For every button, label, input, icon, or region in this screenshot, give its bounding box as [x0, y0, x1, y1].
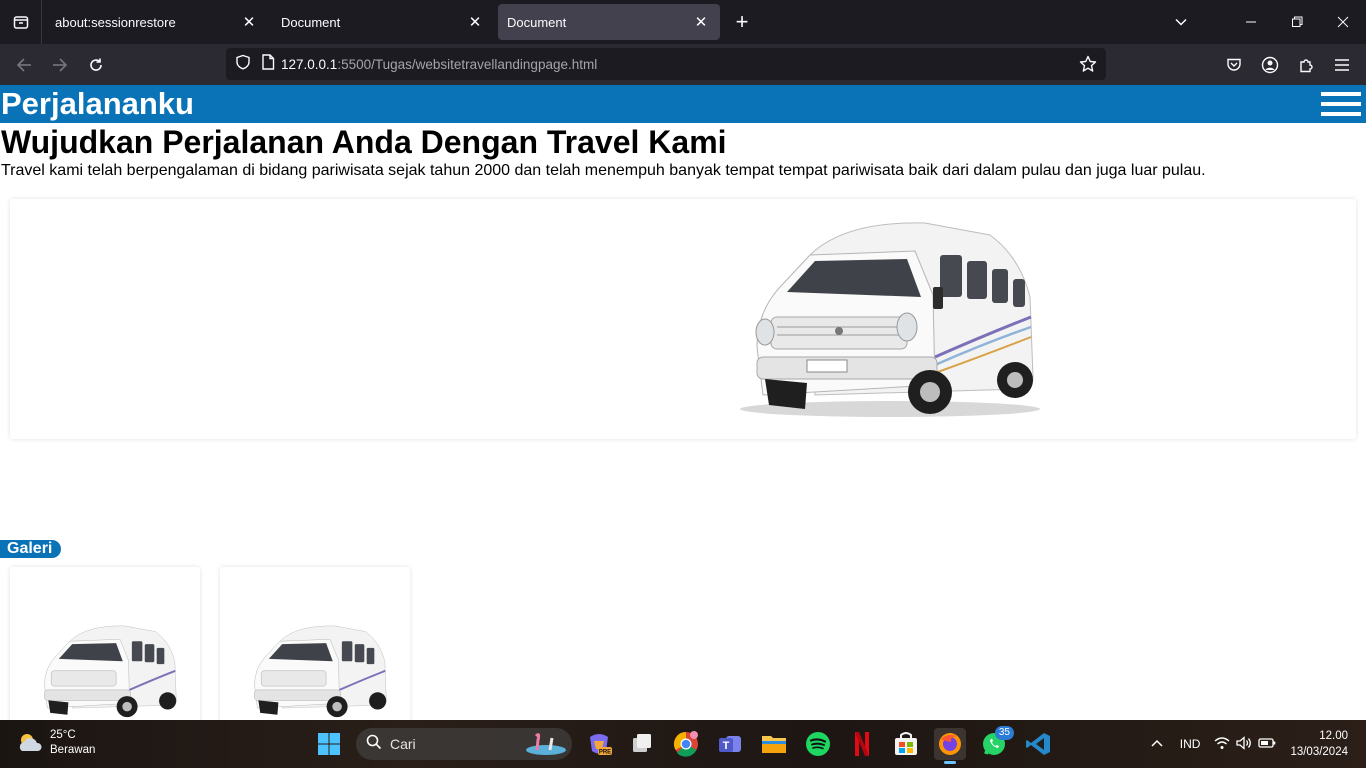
- url-text[interactable]: 127.0.0.1:5500/Tugas/websitetravellandin…: [281, 57, 597, 72]
- restore-button[interactable]: [1274, 0, 1320, 44]
- hero-image-card: [10, 199, 1356, 439]
- hero-title: Wujudkan Perjalanan Anda Dengan Travel K…: [1, 124, 727, 160]
- new-tab-button[interactable]: +: [724, 4, 760, 40]
- site-header: Perjalananku: [0, 85, 1366, 123]
- svg-text:T: T: [723, 740, 730, 752]
- tab-sessionrestore[interactable]: about:sessionrestore ✕: [46, 4, 268, 40]
- van-image: [740, 222, 1040, 417]
- extensions-icon[interactable]: [1288, 49, 1324, 81]
- chrome-icon[interactable]: [670, 728, 702, 760]
- web-page: Perjalananku Wujudkan Perjalanan Anda De…: [0, 85, 1366, 720]
- battery-icon[interactable]: [1258, 737, 1276, 752]
- url-bar[interactable]: 127.0.0.1:5500/Tugas/websitetravellandin…: [226, 48, 1106, 80]
- search-placeholder: Cari: [390, 736, 416, 752]
- hamburger-menu-icon[interactable]: [1321, 92, 1361, 116]
- gallery-item[interactable]: [220, 567, 410, 720]
- spotify-icon[interactable]: [802, 728, 834, 760]
- forward-arrow-icon[interactable]: [42, 49, 78, 81]
- hero-description: Travel kami telah berpengalaman di bidan…: [1, 162, 1206, 179]
- tab-list-icon[interactable]: [0, 0, 42, 44]
- tab-label: Document: [281, 14, 341, 30]
- page-icon[interactable]: [261, 53, 275, 75]
- close-icon[interactable]: ✕: [692, 13, 710, 31]
- pocket-icon[interactable]: [1216, 49, 1252, 81]
- speaker-icon[interactable]: [1236, 735, 1252, 753]
- flamingo-highlight-icon: [524, 730, 568, 763]
- system-tray: IND 12.00 13/03/2024: [1150, 720, 1366, 768]
- tab-document-2[interactable]: Document ✕: [498, 4, 720, 40]
- clock-date: 13/03/2024: [1290, 746, 1348, 758]
- vscode-icon[interactable]: [1022, 728, 1054, 760]
- microsoft-store-icon[interactable]: [890, 728, 922, 760]
- task-view-icon[interactable]: [626, 728, 658, 760]
- copilot-icon[interactable]: PRE: [583, 728, 615, 760]
- back-arrow-icon[interactable]: [6, 49, 42, 81]
- notification-badge: 35: [994, 726, 1014, 740]
- tab-label: Document: [507, 14, 567, 30]
- tab-label: about:sessionrestore: [55, 14, 176, 30]
- minimize-button[interactable]: [1228, 0, 1274, 44]
- clock[interactable]: 12.00 13/03/2024: [1290, 728, 1348, 760]
- search-icon: [366, 734, 382, 755]
- teams-icon[interactable]: T: [714, 728, 746, 760]
- chevron-down-icon[interactable]: [1158, 0, 1204, 44]
- clock-time: 12.00: [1319, 730, 1348, 742]
- weather-desc: Berawan: [50, 744, 96, 756]
- close-window-button[interactable]: [1320, 0, 1366, 44]
- account-icon[interactable]: [1252, 49, 1288, 81]
- reload-icon[interactable]: [78, 49, 114, 81]
- firefox-icon[interactable]: [934, 728, 966, 764]
- site-brand[interactable]: Perjalananku: [1, 85, 194, 123]
- shield-icon[interactable]: [235, 54, 251, 75]
- windows-start-icon[interactable]: [313, 728, 345, 760]
- weather-temp: 25°C: [50, 729, 76, 741]
- gallery-item[interactable]: [10, 567, 200, 720]
- bookmark-star-icon[interactable]: [1079, 55, 1097, 78]
- browser-tab-bar: about:sessionrestore ✕ Document ✕ Docume…: [0, 0, 1366, 44]
- taskbar-search[interactable]: Cari: [356, 728, 572, 760]
- wifi-icon[interactable]: [1214, 736, 1230, 753]
- cloud-sun-icon: [19, 734, 42, 751]
- menu-icon[interactable]: [1324, 49, 1360, 81]
- svg-text:PRE: PRE: [599, 750, 611, 756]
- van-thumbnail: [254, 625, 387, 718]
- close-icon[interactable]: ✕: [240, 13, 258, 31]
- gallery-label: Galeri: [0, 540, 62, 558]
- van-thumbnail: [44, 625, 177, 718]
- taskbar: 25°C Berawan Cari PRE T 35 IND 12.00 13/…: [0, 720, 1366, 768]
- netflix-icon[interactable]: [846, 728, 878, 760]
- tab-document-1[interactable]: Document ✕: [272, 4, 494, 40]
- close-icon[interactable]: ✕: [466, 13, 484, 31]
- browser-nav-bar: 127.0.0.1:5500/Tugas/websitetravellandin…: [0, 44, 1366, 85]
- weather-widget[interactable]: 25°C Berawan: [16, 728, 95, 758]
- language-indicator[interactable]: IND: [1180, 737, 1201, 751]
- chevron-up-icon[interactable]: [1150, 737, 1164, 751]
- file-explorer-icon[interactable]: [758, 728, 790, 760]
- whatsapp-icon[interactable]: 35: [978, 726, 1014, 760]
